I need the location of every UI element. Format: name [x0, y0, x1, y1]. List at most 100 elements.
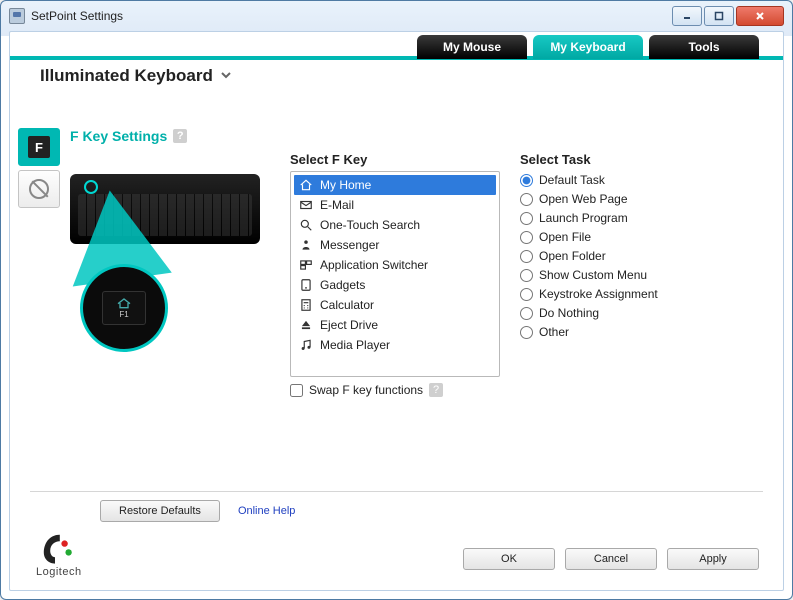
- swap-label: Swap F key functions: [309, 383, 423, 397]
- fkey-item[interactable]: My Home: [294, 175, 496, 195]
- fkey-item-label: Eject Drive: [320, 318, 378, 332]
- apply-button[interactable]: Apply: [667, 548, 759, 570]
- brand-logo: Logitech: [36, 530, 82, 578]
- device-dropdown-chevron-icon[interactable]: [219, 68, 233, 85]
- section-title-row: F Key Settings ?: [70, 128, 763, 144]
- music-icon: [298, 337, 314, 353]
- fkey-item-label: One-Touch Search: [320, 218, 420, 232]
- tab-my-mouse[interactable]: My Mouse: [417, 35, 527, 59]
- fkey-item-label: E-Mail: [320, 198, 354, 212]
- logitech-logo-icon: [39, 530, 79, 566]
- task-radio[interactable]: [520, 250, 533, 263]
- swap-checkbox[interactable]: [290, 384, 303, 397]
- rail-disable-button[interactable]: [18, 170, 60, 208]
- close-button[interactable]: [736, 6, 784, 26]
- window-controls: [672, 6, 784, 26]
- task-option-label: Open Web Page: [539, 192, 628, 206]
- maximize-button[interactable]: [704, 6, 734, 26]
- fkey-item[interactable]: Calculator: [294, 295, 496, 315]
- client-area: My Mouse My Keyboard Tools Illuminated K…: [9, 31, 784, 591]
- task-radio[interactable]: [520, 307, 533, 320]
- minimize-button[interactable]: [672, 6, 702, 26]
- gadgets-icon: [298, 277, 314, 293]
- fkey-item-label: Calculator: [320, 298, 374, 312]
- task-option[interactable]: Other: [520, 325, 763, 339]
- keyboard-illustration: F1: [70, 174, 260, 344]
- swap-row: Swap F key functions ?: [290, 383, 500, 397]
- keycap-preview: F1: [102, 291, 146, 325]
- footer-separator: [30, 491, 763, 492]
- mail-icon: [298, 197, 314, 213]
- tab-strip: My Mouse My Keyboard Tools: [10, 32, 783, 60]
- task-options: Default Task Open Web Page Launch Program O…: [520, 171, 763, 339]
- task-option-label: Other: [539, 325, 569, 339]
- fkey-item[interactable]: One-Touch Search: [294, 215, 496, 235]
- home-icon: [298, 177, 314, 193]
- window-title: SetPoint Settings: [31, 9, 672, 23]
- task-option-label: Show Custom Menu: [539, 268, 647, 282]
- tab-tools[interactable]: Tools: [649, 35, 759, 59]
- fkey-listbox[interactable]: My Home E-Mail One-Touch Search Messenger Ap…: [290, 171, 500, 377]
- fkey-item[interactable]: E-Mail: [294, 195, 496, 215]
- task-radio[interactable]: [520, 174, 533, 187]
- task-option-label: Launch Program: [539, 211, 628, 225]
- fkey-item[interactable]: Messenger: [294, 235, 496, 255]
- restore-row: Restore Defaults Online Help: [100, 500, 295, 522]
- cancel-button[interactable]: Cancel: [565, 548, 657, 570]
- task-column: Select Task Default Task Open Web Page Lau…: [520, 152, 763, 397]
- keycap-label: F1: [119, 310, 128, 319]
- task-radio[interactable]: [520, 212, 533, 225]
- task-radio[interactable]: [520, 231, 533, 244]
- appswitch-icon: [298, 257, 314, 273]
- task-radio[interactable]: [520, 326, 533, 339]
- restore-defaults-button[interactable]: Restore Defaults: [100, 500, 220, 522]
- task-radio[interactable]: [520, 269, 533, 282]
- fkey-item[interactable]: Application Switcher: [294, 255, 496, 275]
- task-option[interactable]: Open File: [520, 230, 763, 244]
- task-option[interactable]: Show Custom Menu: [520, 268, 763, 282]
- task-radio[interactable]: [520, 288, 533, 301]
- left-rail: F: [18, 128, 60, 208]
- task-option[interactable]: Keystroke Assignment: [520, 287, 763, 301]
- calculator-icon: [298, 297, 314, 313]
- tab-my-keyboard[interactable]: My Keyboard: [533, 35, 643, 59]
- task-option[interactable]: Do Nothing: [520, 306, 763, 320]
- fkey-item-label: Gadgets: [320, 278, 365, 292]
- ok-button[interactable]: OK: [463, 548, 555, 570]
- zoom-circle: F1: [80, 264, 168, 352]
- rail-fkeys-button[interactable]: F: [18, 128, 60, 166]
- fkey-item-label: Application Switcher: [320, 258, 428, 272]
- app-icon: [9, 8, 25, 24]
- swap-help-icon[interactable]: ?: [429, 383, 443, 397]
- fkey-column: Select F Key My Home E-Mail One-Touch Sear…: [290, 152, 500, 397]
- fkey-item[interactable]: Gadgets: [294, 275, 496, 295]
- dialog-buttons: OK Cancel Apply: [463, 548, 759, 570]
- online-help-link[interactable]: Online Help: [238, 505, 295, 517]
- device-name: Illuminated Keyboard: [40, 66, 213, 86]
- task-option[interactable]: Open Folder: [520, 249, 763, 263]
- search-icon: [298, 217, 314, 233]
- section-title: F Key Settings: [70, 128, 167, 144]
- fkey-item[interactable]: Media Player: [294, 335, 496, 355]
- task-option[interactable]: Launch Program: [520, 211, 763, 225]
- task-radio[interactable]: [520, 193, 533, 206]
- task-option[interactable]: Open Web Page: [520, 192, 763, 206]
- task-option-label: Do Nothing: [539, 306, 599, 320]
- task-option[interactable]: Default Task: [520, 173, 763, 187]
- main-panel: F Key Settings ? F1: [70, 128, 763, 500]
- fkey-item-label: My Home: [320, 178, 371, 192]
- fkey-item[interactable]: Eject Drive: [294, 315, 496, 335]
- fkey-item-label: Messenger: [320, 238, 379, 252]
- app-window: SetPoint Settings My Mouse My Keyboard T…: [0, 0, 793, 600]
- task-option-label: Open Folder: [539, 249, 606, 263]
- section-help-icon[interactable]: ?: [173, 129, 187, 143]
- fkey-item-label: Media Player: [320, 338, 390, 352]
- illustration-column: F1: [70, 152, 270, 397]
- task-heading: Select Task: [520, 152, 763, 167]
- f-badge-icon: F: [28, 136, 50, 158]
- eject-icon: [298, 317, 314, 333]
- device-header: Illuminated Keyboard: [10, 60, 783, 96]
- task-option-label: Default Task: [539, 173, 605, 187]
- fkey-heading: Select F Key: [290, 152, 500, 167]
- brand-name: Logitech: [36, 566, 82, 578]
